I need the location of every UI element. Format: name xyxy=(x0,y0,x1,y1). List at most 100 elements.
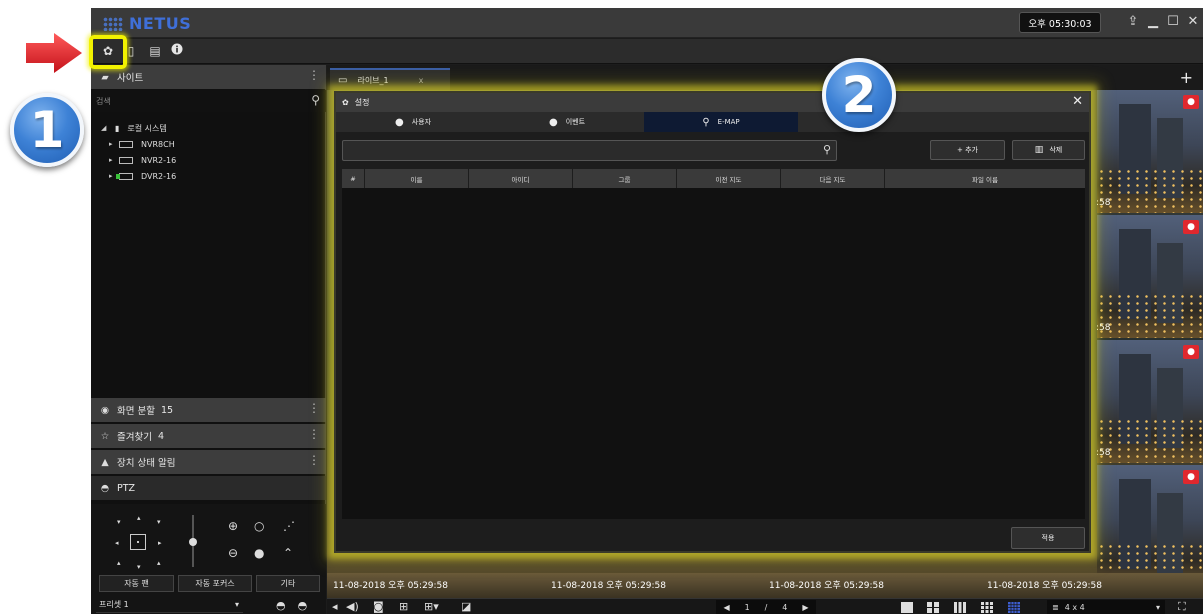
preset-settings-icon[interactable]: ◓ xyxy=(298,599,308,612)
dialog-close-icon[interactable]: ✕ xyxy=(1072,94,1083,109)
site-section-header[interactable]: ▰ 사이트 ⋮ xyxy=(91,65,326,89)
column-header[interactable]: 이름 xyxy=(365,169,469,188)
snapshot-icon[interactable]: ◙ xyxy=(373,600,384,613)
screen-split-section-header[interactable]: ◉ 화면 분할 15 ⋮ xyxy=(91,398,326,422)
tree-device-item[interactable]: ▸ DVR2-16 xyxy=(109,169,176,183)
preset-camera-icon[interactable]: ◓ xyxy=(276,599,286,612)
column-header[interactable]: 다음 지도 xyxy=(781,169,885,188)
tree-device-item[interactable]: ▸ NVR2-16 xyxy=(109,153,176,167)
search-icon[interactable]: ⚲ xyxy=(823,143,831,156)
dialog-title-bar: ✿ 설정 ✕ xyxy=(336,93,1089,112)
emap-search-input[interactable] xyxy=(343,141,813,160)
apply-button[interactable]: 적용 xyxy=(1011,527,1085,549)
layout-3col-icon[interactable] xyxy=(954,602,966,613)
grid-select-icon[interactable]: ⊞▾ xyxy=(424,600,439,613)
expand-arrow-icon[interactable]: ▸ xyxy=(109,156,119,164)
minimize-icon[interactable]: ▁ xyxy=(1145,13,1161,31)
export-icon[interactable]: ⇪ xyxy=(1125,13,1141,31)
ptz-down-right-icon[interactable]: ▴ xyxy=(157,559,161,567)
camera-view[interactable]: ● xyxy=(1097,465,1203,588)
window-settings-icon[interactable]: ◪ xyxy=(461,600,471,613)
column-header[interactable]: 아이디 xyxy=(469,169,573,188)
settings-gear-icon: ✿ xyxy=(342,98,349,107)
preset-select[interactable]: 프리셋 1 ▾ xyxy=(96,597,243,613)
tab-users-label: 사용자 xyxy=(411,118,432,126)
layout-4x4-icon[interactable] xyxy=(1008,602,1020,613)
layout-1x1-icon[interactable] xyxy=(901,602,913,613)
collapse-arrow-icon[interactable]: ◢ xyxy=(101,124,111,132)
preset-value: 프리셋 1 xyxy=(99,600,129,609)
maximize-icon[interactable]: ☐ xyxy=(1165,13,1181,31)
ptz-up-left-icon[interactable]: ▾ xyxy=(117,518,121,526)
tab-events[interactable]: ● 이벤트 xyxy=(490,112,644,132)
auto-pan-button[interactable]: 자동 팬 xyxy=(99,575,174,592)
main-toolbar: ✿ ▯ ▤ xyxy=(91,39,1203,64)
tree-root-local-system[interactable]: ◢ ▮ 로컬 시스템 xyxy=(101,121,167,135)
step-1-callout: 1 xyxy=(10,93,84,167)
zoom-out-icon[interactable]: ⊖ xyxy=(228,546,238,560)
fullscreen-icon[interactable]: ⛶ xyxy=(1178,600,1186,614)
camera-view[interactable]: ● :58 xyxy=(1097,215,1203,338)
tab-events-label: 이벤트 xyxy=(565,118,586,126)
device-alarm-section-header[interactable]: ▲ 장치 상태 알림 ⋮ xyxy=(91,450,326,474)
layout-2x2-icon[interactable] xyxy=(927,602,939,613)
audio-icon[interactable]: ◀) xyxy=(346,600,359,613)
tab-live-1[interactable]: ▭ 라이브_1 x xyxy=(330,68,450,90)
ptz-speed-knob[interactable] xyxy=(189,538,197,546)
chevron-down-icon: ▾ xyxy=(234,600,239,609)
more-vertical-icon[interactable]: ⋮ xyxy=(308,453,320,467)
search-icon[interactable]: ⚲ xyxy=(311,93,320,107)
info-icon[interactable] xyxy=(169,43,185,59)
ptz-label: PTZ xyxy=(117,482,136,494)
prev-page-icon[interactable]: ◀ xyxy=(723,603,729,612)
site-search-input[interactable] xyxy=(96,96,296,106)
ptz-left-icon[interactable]: ◂ xyxy=(115,539,119,547)
ptz-section-header[interactable]: ◓ PTZ xyxy=(91,476,326,500)
more-vertical-icon[interactable]: ⋮ xyxy=(308,427,320,441)
city-lights xyxy=(1097,168,1203,213)
screen-split-count: 15 xyxy=(160,404,174,416)
preset-row: 프리셋 1 ▾ ◓ ◓ xyxy=(96,597,321,613)
column-header[interactable]: 이전 지도 xyxy=(677,169,781,188)
ptz-home-button[interactable] xyxy=(130,534,146,550)
expand-arrow-icon[interactable]: ▸ xyxy=(109,140,119,148)
focus-ring-icon[interactable]: ○ xyxy=(254,519,264,533)
iris-icon[interactable]: ● xyxy=(254,546,264,560)
column-header[interactable]: 그룹 xyxy=(573,169,677,188)
sidebar-toggle-icon[interactable]: ◂ xyxy=(332,600,338,613)
sidebar: ▰ 사이트 ⋮ ⚲ ◢ ▮ 로컬 시스템 ▸ NVR8CH ▸ NVR2-16 … xyxy=(91,65,326,614)
tab-users[interactable]: ● 사용자 xyxy=(336,112,490,132)
add-button[interactable]: + 추가 xyxy=(930,140,1005,160)
more-vertical-icon[interactable]: ⋮ xyxy=(308,68,320,82)
ptz-down-icon[interactable]: ▾ xyxy=(137,563,141,571)
camera-view[interactable]: ● :58 xyxy=(1097,90,1203,213)
auto-focus-button[interactable]: 자동 포커스 xyxy=(178,575,252,592)
focus-far-icon[interactable]: ⌃ xyxy=(283,546,293,560)
ptz-up-icon[interactable]: ▴ xyxy=(137,514,141,522)
grid-add-icon[interactable]: ⊞ xyxy=(399,600,408,613)
other-button[interactable]: 기타 xyxy=(256,575,320,592)
next-page-icon[interactable]: ▶ xyxy=(802,603,808,612)
layout-select[interactable]: ≣ 4 x 4 ▾ xyxy=(1047,600,1165,614)
thumb-time: :58 xyxy=(1097,323,1111,333)
focus-near-icon[interactable]: ⋰ xyxy=(283,519,295,533)
tab-emap[interactable]: ⚲ E-MAP xyxy=(644,112,798,132)
device-label: NVR8CH xyxy=(141,139,175,149)
column-header[interactable]: # xyxy=(342,169,365,188)
zoom-in-icon[interactable]: ⊕ xyxy=(228,519,238,533)
tab-close-icon[interactable]: x xyxy=(419,76,424,85)
more-vertical-icon[interactable]: ⋮ xyxy=(308,401,320,415)
column-header[interactable]: 파일 이름 xyxy=(885,169,1085,188)
tree-device-item[interactable]: ▸ NVR8CH xyxy=(109,137,175,151)
add-tab-icon[interactable]: + xyxy=(1180,68,1193,87)
delete-button[interactable]: ▥ 삭제 xyxy=(1012,140,1085,160)
alarm-bell-icon: ▲ xyxy=(101,456,109,468)
ptz-down-left-icon[interactable]: ▴ xyxy=(117,559,121,567)
ptz-right-icon[interactable]: ▸ xyxy=(158,539,162,547)
layout-3x3-icon[interactable] xyxy=(981,602,993,613)
ptz-up-right-icon[interactable]: ▾ xyxy=(157,518,161,526)
close-icon[interactable]: ✕ xyxy=(1185,13,1201,31)
favorites-section-header[interactable]: ☆ 즐겨찾기 4 ⋮ xyxy=(91,424,326,448)
camera-view[interactable]: ● :58 xyxy=(1097,340,1203,463)
list-icon[interactable]: ▤ xyxy=(147,43,163,59)
